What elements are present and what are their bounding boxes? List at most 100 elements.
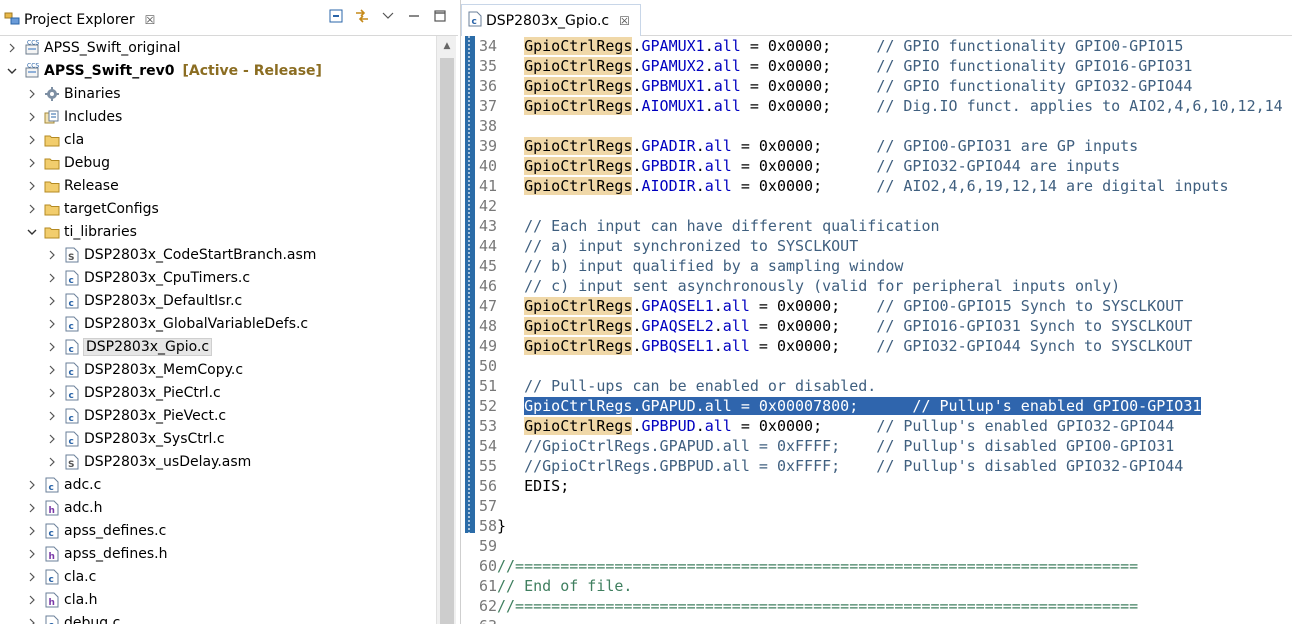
- chevron-right-icon[interactable]: [46, 250, 58, 260]
- tree-item[interactable]: c DSP2803x_PieVect.c: [46, 404, 226, 427]
- tree-item[interactable]: cla: [26, 128, 84, 151]
- chevron-right-icon[interactable]: [26, 112, 38, 122]
- code-line[interactable]: 43 // Each input can have different qual…: [461, 216, 1292, 236]
- chevron-right-icon[interactable]: [46, 388, 58, 398]
- code-line[interactable]: 40 GpioCtrlRegs.GPBDIR.all = 0x0000; // …: [461, 156, 1292, 176]
- code-line[interactable]: 61// End of file.: [461, 576, 1292, 596]
- tree-item[interactable]: c apss_defines.c: [26, 519, 166, 542]
- code-line[interactable]: 60//====================================…: [461, 556, 1292, 576]
- code-line[interactable]: 63: [461, 616, 1292, 624]
- tab-project-explorer[interactable]: Project Explorer ☒: [0, 4, 163, 36]
- code-line[interactable]: 49 GpioCtrlRegs.GPBQSEL1.all = 0x0000; /…: [461, 336, 1292, 356]
- chevron-right-icon[interactable]: [26, 526, 38, 536]
- tree-item[interactable]: c DSP2803x_PieCtrl.c: [46, 381, 221, 404]
- chevron-right-icon[interactable]: [46, 273, 58, 283]
- chevron-right-icon[interactable]: [26, 135, 38, 145]
- tree-item[interactable]: c adc.c: [26, 473, 101, 496]
- chevron-right-icon[interactable]: [46, 319, 58, 329]
- tree-item[interactable]: Debug: [26, 151, 110, 174]
- code-line[interactable]: 38: [461, 116, 1292, 136]
- collapse-all-icon[interactable]: [328, 8, 344, 24]
- chevron-right-icon[interactable]: [26, 549, 38, 559]
- tree-item[interactable]: targetConfigs: [26, 197, 159, 220]
- chevron-right-icon[interactable]: [46, 342, 58, 352]
- tree-item[interactable]: S DSP2803x_CodeStartBranch.asm: [46, 243, 316, 266]
- maximize-icon[interactable]: [432, 8, 448, 24]
- explorer-scrollbar[interactable]: ▲: [436, 36, 456, 624]
- code-line[interactable]: 56 EDIS;: [461, 476, 1292, 496]
- tree-item[interactable]: CCS APSS_Swift_original: [6, 36, 181, 59]
- minimize-icon[interactable]: [406, 8, 422, 24]
- tree-item[interactable]: h adc.h: [26, 496, 103, 519]
- code-line[interactable]: 37 GpioCtrlRegs.AIOMUX1.all = 0x0000; //…: [461, 96, 1292, 116]
- tree-item[interactable]: c DSP2803x_MemCopy.c: [46, 358, 243, 381]
- code-line[interactable]: 54 //GpioCtrlRegs.GPAPUD.all = 0xFFFF; /…: [461, 436, 1292, 456]
- chevron-right-icon[interactable]: [26, 503, 38, 513]
- tree-item[interactable]: Includes: [26, 105, 122, 128]
- tree-item[interactable]: S DSP2803x_usDelay.asm: [46, 450, 251, 473]
- view-menu-icon[interactable]: [380, 8, 396, 24]
- chevron-right-icon[interactable]: [46, 411, 58, 421]
- code-line[interactable]: 41 GpioCtrlRegs.AIODIR.all = 0x0000; // …: [461, 176, 1292, 196]
- tree-item[interactable]: c DSP2803x_Gpio.c: [46, 335, 213, 358]
- code-line[interactable]: 34 GpioCtrlRegs.GPAMUX1.all = 0x0000; //…: [461, 36, 1292, 56]
- chevron-right-icon[interactable]: [26, 181, 38, 191]
- chevron-down-icon[interactable]: [6, 66, 18, 76]
- tree-item[interactable]: c cla.c: [26, 565, 96, 588]
- tree-item[interactable]: c DSP2803x_SysCtrl.c: [46, 427, 225, 450]
- close-icon[interactable]: ☒: [619, 14, 630, 28]
- c-file-icon: c: [44, 569, 60, 585]
- tree-item[interactable]: CCS APSS_Swift_rev0 [Active - Release]: [6, 59, 322, 82]
- code-text: // Each input can have different qualifi…: [524, 217, 940, 235]
- tree-item[interactable]: ti_libraries: [26, 220, 137, 243]
- code-line[interactable]: 57: [461, 496, 1292, 516]
- code-line[interactable]: 58}: [461, 516, 1292, 536]
- code-line[interactable]: 36 GpioCtrlRegs.GPBMUX1.all = 0x0000; //…: [461, 76, 1292, 96]
- tab-dsp2803x-gpio-c[interactable]: c DSP2803x_Gpio.c ☒: [461, 4, 641, 36]
- code-line[interactable]: 55 //GpioCtrlRegs.GPBPUD.all = 0xFFFF; /…: [461, 456, 1292, 476]
- chevron-right-icon[interactable]: [26, 158, 38, 168]
- code-area[interactable]: 34 GpioCtrlRegs.GPAMUX1.all = 0x0000; //…: [461, 36, 1292, 624]
- tree-item[interactable]: Release: [26, 174, 119, 197]
- chevron-right-icon[interactable]: [46, 365, 58, 375]
- chevron-right-icon[interactable]: [46, 296, 58, 306]
- code-line[interactable]: 42: [461, 196, 1292, 216]
- code-line[interactable]: 53 GpioCtrlRegs.GPBPUD.all = 0x0000; // …: [461, 416, 1292, 436]
- link-editor-icon[interactable]: [354, 8, 370, 24]
- tree-item[interactable]: c DSP2803x_GlobalVariableDefs.c: [46, 312, 308, 335]
- chevron-right-icon[interactable]: [46, 457, 58, 467]
- chevron-right-icon[interactable]: [6, 43, 18, 53]
- chevron-right-icon[interactable]: [26, 89, 38, 99]
- code-line[interactable]: 44 // a) input synchronized to SYSCLKOUT: [461, 236, 1292, 256]
- code-line[interactable]: 47 GpioCtrlRegs.GPAQSEL1.all = 0x0000; /…: [461, 296, 1292, 316]
- tree-item-label: Includes: [64, 108, 123, 125]
- chevron-right-icon[interactable]: [46, 434, 58, 444]
- code-line[interactable]: 45 // b) input qualified by a sampling w…: [461, 256, 1292, 276]
- code-line[interactable]: 35 GpioCtrlRegs.GPAMUX2.all = 0x0000; //…: [461, 56, 1292, 76]
- code-line[interactable]: 51 // Pull-ups can be enabled or disable…: [461, 376, 1292, 396]
- close-icon[interactable]: ☒: [145, 13, 156, 27]
- tree-item[interactable]: h apss_defines.h: [26, 542, 167, 565]
- tree-item-label: apss_defines.c: [64, 522, 167, 539]
- tree-item[interactable]: c DSP2803x_DefaultIsr.c: [46, 289, 242, 312]
- tree-item[interactable]: c DSP2803x_CpuTimers.c: [46, 266, 250, 289]
- chevron-right-icon[interactable]: [26, 480, 38, 490]
- chevron-right-icon[interactable]: [26, 204, 38, 214]
- scroll-up-icon[interactable]: ▲: [437, 36, 457, 56]
- code-line[interactable]: 52 GpioCtrlRegs.GPAPUD.all = 0x00007800;…: [461, 396, 1292, 416]
- tree-item[interactable]: Binaries: [26, 82, 121, 105]
- code-line[interactable]: 48 GpioCtrlRegs.GPAQSEL2.all = 0x0000; /…: [461, 316, 1292, 336]
- code-line[interactable]: 39 GpioCtrlRegs.GPADIR.all = 0x0000; // …: [461, 136, 1292, 156]
- tree-item[interactable]: h cla.h: [26, 588, 98, 611]
- chevron-right-icon[interactable]: [26, 572, 38, 582]
- scroll-thumb[interactable]: [440, 58, 454, 624]
- chevron-right-icon[interactable]: [26, 595, 38, 605]
- chevron-right-icon[interactable]: [26, 618, 38, 624]
- code-line[interactable]: 50: [461, 356, 1292, 376]
- svg-text:c: c: [472, 17, 477, 27]
- tree-item[interactable]: c debug.c: [26, 611, 120, 624]
- code-line[interactable]: 59: [461, 536, 1292, 556]
- code-line[interactable]: 62//====================================…: [461, 596, 1292, 616]
- chevron-down-icon[interactable]: [26, 227, 38, 237]
- code-line[interactable]: 46 // c) input sent asynchronously (vali…: [461, 276, 1292, 296]
